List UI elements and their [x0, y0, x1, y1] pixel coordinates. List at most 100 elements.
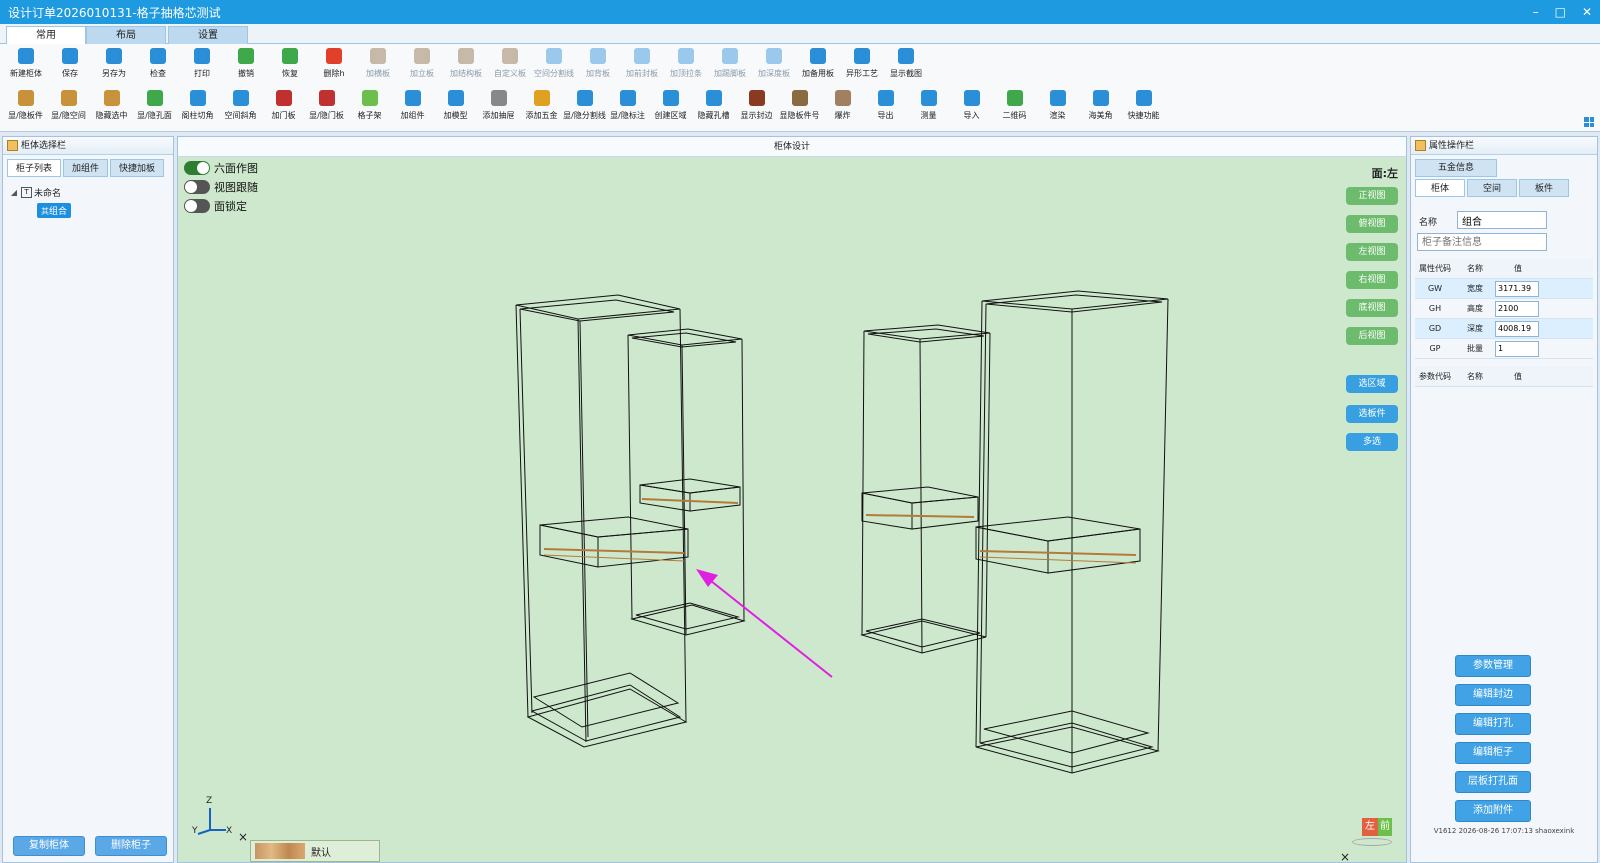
- batch-value-input[interactable]: [1495, 340, 1539, 357]
- tree-node-root[interactable]: ◢ T 未命名: [9, 183, 167, 201]
- toolbar-button[interactable]: 加深度板: [752, 44, 796, 86]
- height-value-input[interactable]: [1495, 300, 1539, 317]
- material-selector[interactable]: 默认: [250, 840, 380, 862]
- toolbar-button-label: 渲染: [1049, 111, 1066, 120]
- check-icon: [150, 48, 166, 64]
- delete-cabinet-button[interactable]: 删除柜子: [95, 836, 167, 856]
- minimize-button[interactable]: –: [1533, 5, 1539, 19]
- toolbar-button[interactable]: 显/隐标注: [606, 86, 649, 128]
- wireframe-scene[interactable]: [178, 157, 1406, 862]
- toolbar-button[interactable]: 加结构板: [444, 44, 488, 86]
- toolbar-button[interactable]: 导入: [950, 86, 993, 128]
- view-cube-left-face[interactable]: 左: [1362, 818, 1378, 836]
- toolbar-button[interactable]: 海美角: [1079, 86, 1122, 128]
- tab-cabinet-list[interactable]: 柜子列表: [7, 159, 62, 177]
- toolbar-button[interactable]: 隐藏选中: [90, 86, 133, 128]
- maximize-button[interactable]: □: [1555, 5, 1566, 19]
- tab-space[interactable]: 空间: [1467, 179, 1517, 197]
- toolbar-button[interactable]: 添加抽屉: [477, 86, 520, 128]
- toolbar-button[interactable]: 显/隐空间: [47, 86, 90, 128]
- 3d-viewport[interactable]: 六面作图 视图跟随 面锁定 面:左 正视图 俯视图 左视图 右视图 底视图 后视…: [178, 157, 1406, 862]
- material-close-button[interactable]: ×: [238, 830, 248, 844]
- toolbar-button[interactable]: 爆炸: [821, 86, 864, 128]
- delete-icon: [326, 48, 342, 64]
- toolbar-button-label: 打印: [194, 69, 210, 78]
- toolbar-button[interactable]: 格子架: [348, 86, 391, 128]
- shelf-drill-face-button[interactable]: 层板打孔面: [1455, 771, 1531, 793]
- tree-selected-item[interactable]: 其组合: [37, 202, 72, 218]
- toolbar-button[interactable]: 显隐板件号: [778, 86, 821, 128]
- toolbar-button[interactable]: 渲染: [1036, 86, 1079, 128]
- toolbar-button[interactable]: 显/隐分割线: [563, 86, 606, 128]
- toolbar-button[interactable]: 显/隐门板: [305, 86, 348, 128]
- edit-edge-button[interactable]: 编辑封边: [1455, 684, 1531, 706]
- copy-cabinet-button[interactable]: 复制柜体: [13, 836, 85, 856]
- param-management-button[interactable]: 参数管理: [1455, 655, 1531, 677]
- close-button[interactable]: ✕: [1582, 5, 1592, 19]
- name-input[interactable]: [1457, 211, 1547, 229]
- tree-node-combo[interactable]: 其组合: [9, 201, 167, 219]
- create-region-icon: [662, 90, 679, 106]
- toolbar-button[interactable]: 加立板: [400, 44, 444, 86]
- toolbar-button[interactable]: 加顶拉条: [664, 44, 708, 86]
- tab-board[interactable]: 板件: [1519, 179, 1569, 197]
- view-cube[interactable]: 左 前: [1352, 814, 1392, 848]
- grid-menu-icon[interactable]: [1584, 117, 1594, 127]
- toolbar-button[interactable]: 加前封板: [620, 44, 664, 86]
- toolbar-button[interactable]: 加背板: [576, 44, 620, 86]
- depth-value-input[interactable]: [1495, 320, 1539, 337]
- toolbar-button-label: 显/隐板件: [8, 111, 43, 120]
- view-cube-front-face[interactable]: 前: [1378, 818, 1392, 836]
- toolbar-button[interactable]: 快捷功能: [1122, 86, 1165, 128]
- toolbar-button[interactable]: 打印: [180, 44, 224, 86]
- tab-settings[interactable]: 设置: [168, 26, 248, 44]
- toolbar-button[interactable]: 新建柜体: [4, 44, 48, 86]
- toolbar-button[interactable]: 自定义板: [488, 44, 532, 86]
- remark-input[interactable]: [1417, 233, 1547, 251]
- toolbar-button[interactable]: 隐藏孔槽: [692, 86, 735, 128]
- toolbar-button[interactable]: 显/隐孔面: [133, 86, 176, 128]
- width-value-input[interactable]: [1495, 280, 1539, 297]
- toolbar-button[interactable]: 显/隐板件: [4, 86, 47, 128]
- toolbar-button[interactable]: 检查: [136, 44, 180, 86]
- toolbar-button-label: 加深度板: [758, 69, 790, 78]
- toolbar-button[interactable]: 创建区域: [649, 86, 692, 128]
- toolbar-button[interactable]: 加组件: [391, 86, 434, 128]
- toolbar-button[interactable]: 加踢脚板: [708, 44, 752, 86]
- viewport-close-button[interactable]: ×: [1340, 850, 1350, 862]
- add-component-icon: [404, 90, 421, 106]
- toolbar-button-label: 导出: [877, 111, 894, 120]
- toolbar-button[interactable]: 加门板: [262, 86, 305, 128]
- toolbar-button[interactable]: 阁柱切角: [176, 86, 219, 128]
- toolbar-button[interactable]: 测量: [907, 86, 950, 128]
- toolbar-button[interactable]: 保存: [48, 44, 92, 86]
- tab-quick-board[interactable]: 快捷加板: [110, 159, 165, 177]
- tab-add-component[interactable]: 加组件: [63, 159, 109, 177]
- toolbar-button[interactable]: 空间斜角: [219, 86, 262, 128]
- add-attachment-button[interactable]: 添加附件: [1455, 800, 1531, 822]
- toolbar-button[interactable]: 恢复: [268, 44, 312, 86]
- tab-hardware-info[interactable]: 五金信息: [1415, 159, 1497, 177]
- edit-cabinet-button[interactable]: 编辑柜子: [1455, 742, 1531, 764]
- tab-cabinet[interactable]: 柜体: [1415, 179, 1465, 197]
- toolbar-button[interactable]: 空间分割线: [532, 44, 576, 86]
- toolbar-button[interactable]: 显示封边: [735, 86, 778, 128]
- toolbar-button[interactable]: 加备用板: [796, 44, 840, 86]
- toolbar-button[interactable]: 二维码: [993, 86, 1036, 128]
- left-panel-title: 柜体选择栏: [3, 137, 173, 155]
- edit-drilling-button[interactable]: 编辑打孔: [1455, 713, 1531, 735]
- toolbar-button-label: 隐藏选中: [95, 111, 128, 120]
- toolbar-button[interactable]: 另存为: [92, 44, 136, 86]
- toolbar-button-label: 加横板: [366, 69, 390, 78]
- toolbar-button[interactable]: 导出: [864, 86, 907, 128]
- toolbar-button[interactable]: 添加五金: [520, 86, 563, 128]
- collapse-triangle-icon[interactable]: ◢: [9, 188, 19, 197]
- toolbar-button[interactable]: 撤销: [224, 44, 268, 86]
- toolbar-button[interactable]: 异形工艺: [840, 44, 884, 86]
- toolbar-button[interactable]: 显示截图: [884, 44, 928, 86]
- tab-common[interactable]: 常用: [6, 26, 86, 44]
- toolbar-button[interactable]: 删除h: [312, 44, 356, 86]
- toolbar-button[interactable]: 加横板: [356, 44, 400, 86]
- tab-layout[interactable]: 布局: [86, 26, 166, 44]
- toolbar-button[interactable]: 加模型: [434, 86, 477, 128]
